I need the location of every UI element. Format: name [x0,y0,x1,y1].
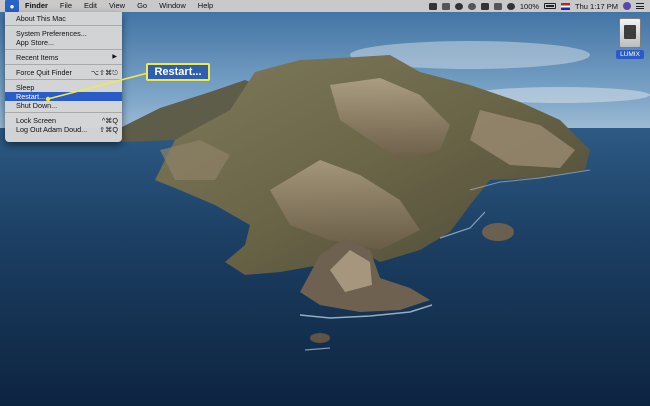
restart-callout: Restart... [146,63,210,81]
callout-connector [45,72,149,102]
